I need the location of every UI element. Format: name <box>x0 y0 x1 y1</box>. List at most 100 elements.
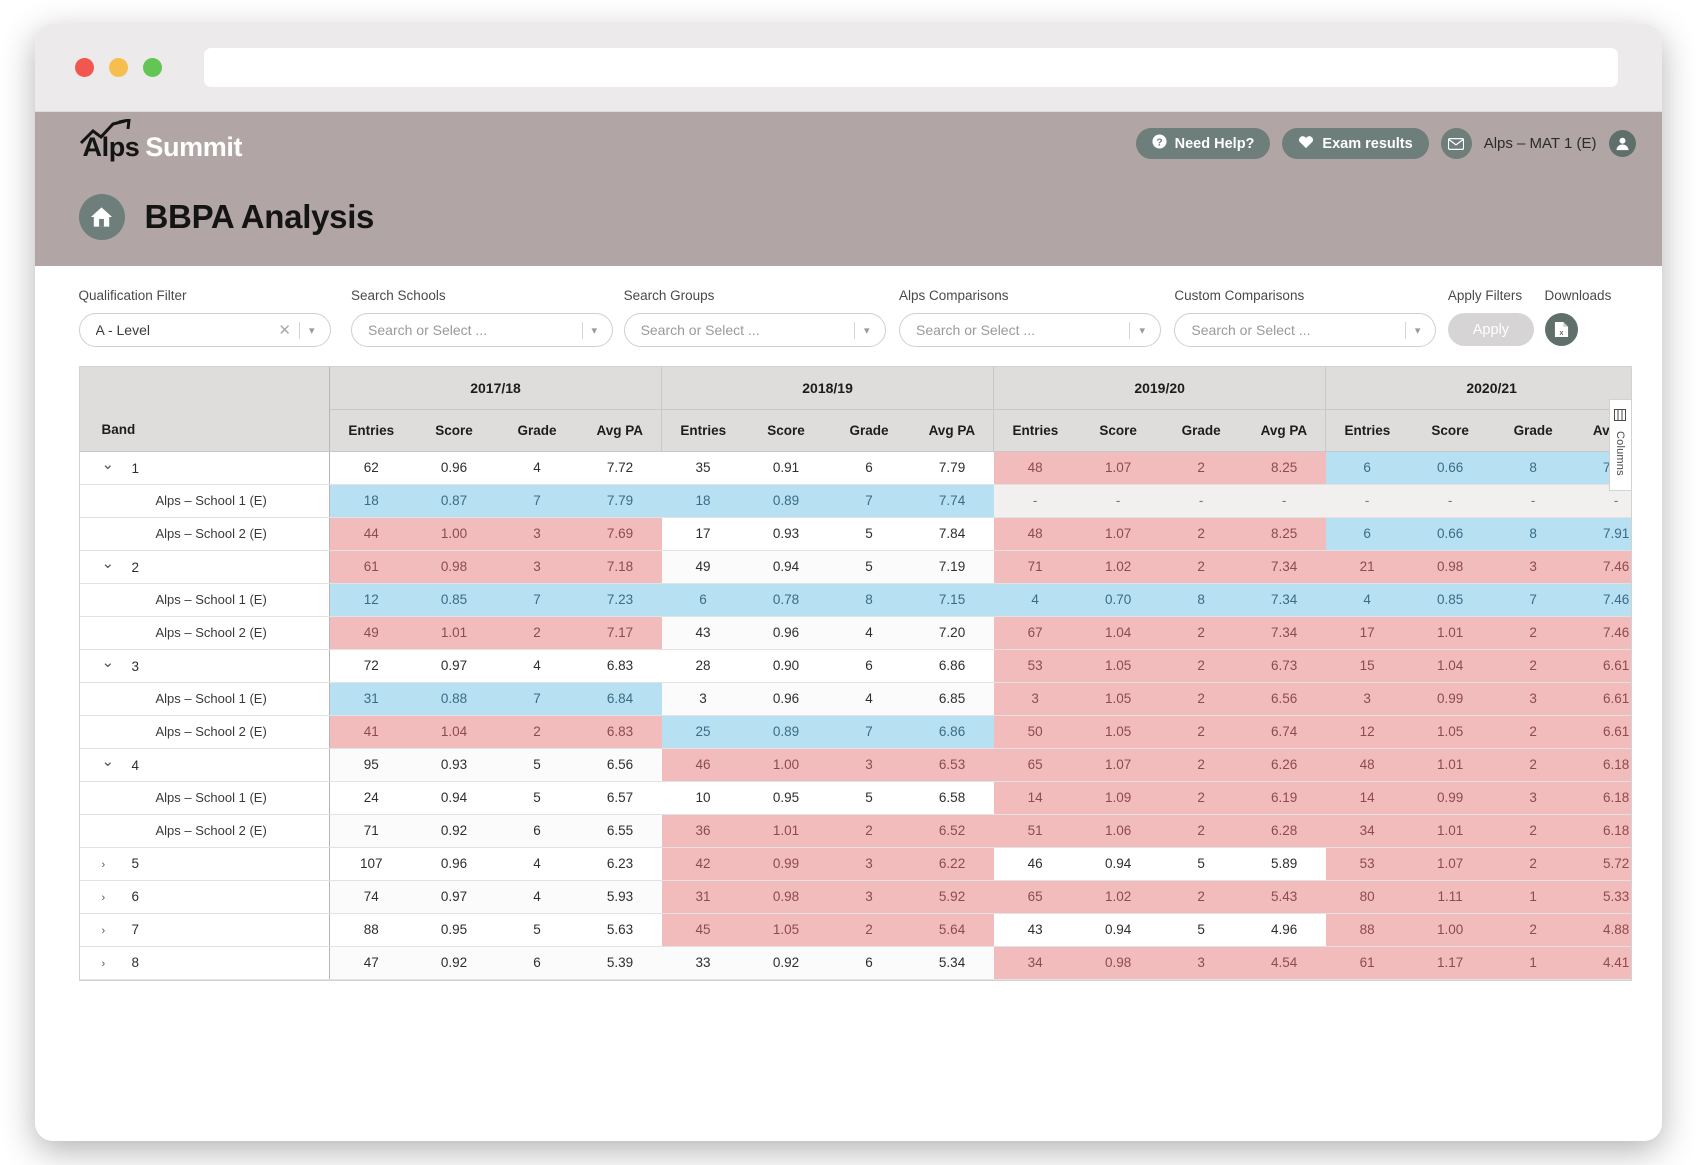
table-row-band-label[interactable]: ⌄ 4 <box>79 748 330 782</box>
table-cell: 1.04 <box>1076 616 1160 650</box>
table-cell: 0.92 <box>412 814 496 848</box>
table-row[interactable]: ⌄ 1 62 0.96 4 7.72 35 0.91 6 7.79 48 1.07 2 8.25 6 0.66… <box>79 451 1631 485</box>
table-row[interactable]: Alps – School 1 (E) 12 0.85 7 7.23 6 0.78 8 7.15… <box>79 583 1631 617</box>
table-cell: 7.91 <box>1574 517 1631 551</box>
maximize-window-button[interactable] <box>142 58 162 77</box>
table-row[interactable]: ⌄ 4 95 0.93 5 6.56 46 1.00 3 6.53 65 1.07 2 6.26 48 1.0… <box>79 748 1631 782</box>
browser-window: Alps Summit ? Need Help? Exam results Al… <box>34 24 1662 1141</box>
table-row-school-label: Alps – School 2 (E) <box>79 715 330 749</box>
table-row-band-label[interactable]: ⌄ 3 <box>79 649 330 683</box>
table-row-band-label[interactable]: › 7 <box>79 913 330 947</box>
table-row[interactable]: ⌄ 3 72 0.97 4 6.83 28 0.90 6 6.86 53 1.05 2 6.73 15 1.0… <box>79 649 1631 683</box>
chevron-down-icon[interactable]: ⌄ <box>102 554 118 572</box>
table-row[interactable]: Alps – School 2 (E) 41 1.04 2 6.83 25 0.89 7 6.8… <box>79 715 1631 749</box>
address-bar[interactable] <box>203 48 1618 87</box>
col-header-score[interactable]: Score <box>412 409 496 452</box>
excel-download-icon[interactable]: x <box>1544 313 1578 346</box>
col-header-grade[interactable]: Grade <box>1491 409 1575 452</box>
search-groups-select[interactable]: Search or Select ... ▾ <box>623 313 886 347</box>
table-row[interactable]: › 7 88 0.95 5 5.63 45 1.05 2 5.64 43 0.94 5 4.96 88 1.0… <box>79 913 1631 947</box>
table-row[interactable]: Alps – School 1 (E) 24 0.94 5 6.57 10 0.95 5 6.5… <box>79 781 1631 815</box>
window-controls[interactable] <box>57 58 162 77</box>
col-header-avgpa[interactable]: Avg PA <box>1242 409 1327 452</box>
col-header-avgpa[interactable]: Avg PA <box>910 409 995 452</box>
chevron-down-icon[interactable]: ⌄ <box>102 752 118 770</box>
alps-summit-logo: Alps Summit <box>79 117 242 163</box>
table-row-band-label[interactable]: ⌄ 2 <box>79 550 330 584</box>
chevron-down-icon[interactable]: ▾ <box>1130 324 1154 337</box>
apply-filters-group: Apply Filters Apply <box>1447 288 1545 346</box>
chevron-down-icon[interactable]: ▾ <box>583 324 607 337</box>
chevron-down-icon[interactable]: ▾ <box>855 324 879 337</box>
table-row[interactable]: › 5 107 0.96 4 6.23 42 0.99 3 6.22 46 0.94 5 5.89 53 1.… <box>79 847 1631 881</box>
col-header-grade[interactable]: Grade <box>1159 409 1243 452</box>
qualification-filter-select[interactable]: A - Level ✕ ▾ <box>78 313 331 347</box>
need-help-button[interactable]: ? Need Help? <box>1135 128 1271 159</box>
avatar[interactable] <box>1608 130 1636 157</box>
table-row[interactable]: Alps – School 1 (E) 31 0.88 7 6.84 3 0.96 4 6.85… <box>79 682 1631 716</box>
col-header-entries[interactable]: Entries <box>661 409 745 452</box>
alps-comparisons-select[interactable]: Search or Select ... ▾ <box>898 313 1161 347</box>
chevron-down-icon[interactable]: ⌄ <box>102 455 118 473</box>
table-cell: 2 <box>1491 847 1575 881</box>
table-row-band-label[interactable]: › 5 <box>79 847 330 881</box>
chevron-down-icon[interactable]: ▾ <box>1406 324 1430 337</box>
table-cell: 0.90 <box>744 649 828 683</box>
table-cell: 1.05 <box>1408 715 1492 749</box>
table-row[interactable]: ⌄ 2 61 0.98 3 7.18 49 0.94 5 7.19 71 1.02 2 7.34 21 0.9… <box>79 550 1631 584</box>
table-cell: 0.91 <box>744 451 828 485</box>
table-cell: 2 <box>1159 880 1243 914</box>
table-cell: 5 <box>827 517 911 551</box>
minimize-window-button[interactable] <box>108 58 128 77</box>
col-header-score[interactable]: Score <box>744 409 828 452</box>
table-row[interactable]: › 6 74 0.97 4 5.93 31 0.98 3 5.92 65 1.02 2 5.43 80 1.1… <box>79 880 1631 914</box>
col-header-entries[interactable]: Entries <box>329 409 413 452</box>
table-cell: 1.01 <box>744 814 828 848</box>
table-cell: 1.04 <box>412 715 496 749</box>
col-header-entries[interactable]: Entries <box>993 409 1077 452</box>
table-row[interactable]: Alps – School 2 (E) 71 0.92 6 6.55 36 1.01 2 6.5… <box>79 814 1631 848</box>
table-row[interactable]: Alps – School 1 (E) 18 0.87 7 7.79 18 0.89 7 7.7… <box>79 484 1631 518</box>
clear-icon[interactable]: ✕ <box>270 321 299 339</box>
table-row[interactable]: › 8 47 0.92 6 5.39 33 0.92 6 5.34 34 0.98 3 4.54 61 1.1… <box>79 946 1631 980</box>
table-cell: 1.07 <box>1408 847 1492 881</box>
custom-comparisons-select[interactable]: Search or Select ... ▾ <box>1174 313 1437 347</box>
chevron-right-icon[interactable]: › <box>102 958 118 970</box>
search-schools-select[interactable]: Search or Select ... ▾ <box>351 313 614 347</box>
table-row-school-label: Alps – School 2 (E) <box>79 616 330 650</box>
exam-results-button[interactable]: Exam results <box>1282 128 1429 159</box>
col-header-score[interactable]: Score <box>1408 409 1492 452</box>
home-icon[interactable] <box>78 194 125 240</box>
page-title-row: BBPA Analysis <box>78 194 1662 240</box>
table-cell: 3 <box>993 682 1077 716</box>
apply-button[interactable]: Apply <box>1447 313 1534 346</box>
envelope-icon[interactable] <box>1440 128 1472 159</box>
table-cell: 1.04 <box>1408 649 1492 683</box>
chevron-right-icon[interactable]: › <box>102 925 118 937</box>
table-body: ⌄ 1 62 0.96 4 7.72 35 0.91 6 7.79 48 1.07 2 8.25 6 0.66… <box>79 451 1631 980</box>
table-row[interactable]: Alps – School 2 (E) 49 1.01 2 7.17 43 0.96 4 7.2… <box>79 616 1631 650</box>
table-row[interactable]: Alps – School 2 (E) 44 1.00 3 7.69 17 0.93 5 7.8… <box>79 517 1631 551</box>
table-cell: 7.20 <box>910 616 994 650</box>
table-row-band-label[interactable]: › 8 <box>79 946 330 980</box>
table-cell: 28 <box>661 649 745 683</box>
col-header-grade[interactable]: Grade <box>495 409 579 452</box>
col-header-score[interactable]: Score <box>1076 409 1160 452</box>
close-window-button[interactable] <box>74 58 94 77</box>
table-cell: 6.18 <box>1574 748 1631 782</box>
chevron-down-icon[interactable]: ⌄ <box>102 653 118 671</box>
chevron-down-icon[interactable]: ▾ <box>300 324 324 337</box>
chevron-right-icon[interactable]: › <box>102 859 118 871</box>
table-cell: 0.94 <box>412 781 496 815</box>
table-cell: 2 <box>1491 814 1575 848</box>
columns-panel-toggle[interactable]: Columns <box>1608 399 1631 491</box>
col-header-avgpa[interactable]: Avg PA <box>578 409 663 452</box>
table-row-band-label[interactable]: ⌄ 1 <box>79 451 330 485</box>
filter-label: Search Schools <box>351 288 446 303</box>
chevron-right-icon[interactable]: › <box>102 892 118 904</box>
table-row-band-label[interactable]: › 6 <box>79 880 330 914</box>
col-header-grade[interactable]: Grade <box>827 409 911 452</box>
band-column-header[interactable]: Band <box>79 409 330 452</box>
col-header-entries[interactable]: Entries <box>1325 409 1409 452</box>
filter-label: Qualification Filter <box>78 288 187 303</box>
